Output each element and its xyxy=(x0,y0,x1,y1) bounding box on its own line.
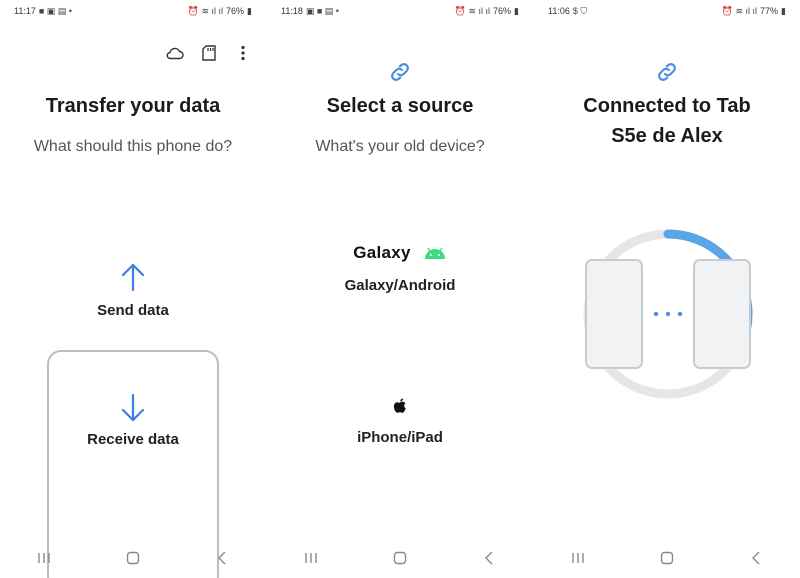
page-title: Transfer your data xyxy=(45,95,221,117)
back-icon[interactable] xyxy=(477,546,501,570)
android-icon xyxy=(424,247,445,259)
navigation-bar xyxy=(534,538,800,578)
connection-progress-ring xyxy=(583,229,753,399)
top-action-icons xyxy=(166,44,252,62)
notification-icons: ■ ▣ ▤ • xyxy=(38,5,72,16)
galaxy-android-label: Galaxy/Android xyxy=(344,277,456,294)
link-icon xyxy=(658,63,676,81)
page-title-line1: Connected to Tab xyxy=(583,95,751,117)
iphone-ipad-option[interactable]: iPhone/iPad xyxy=(267,397,533,446)
battery-percent: 77% xyxy=(760,6,779,16)
sd-card-icon[interactable] xyxy=(200,44,218,62)
home-icon[interactable] xyxy=(388,546,412,570)
send-data-label: Send data xyxy=(97,302,169,319)
arrow-up-icon xyxy=(121,263,145,292)
recent-apps-icon[interactable] xyxy=(299,546,323,570)
recent-apps-icon[interactable] xyxy=(566,546,590,570)
galaxy-android-option[interactable]: Galaxy Galaxy/Android xyxy=(267,243,533,294)
galaxy-logo: Galaxy xyxy=(353,243,411,262)
receive-data-option[interactable]: Receive data xyxy=(0,393,266,448)
new-device-icon xyxy=(693,259,751,369)
status-bar: 11:18 ▣ ■ ▤ • ⏰ ≋ ıl ıl 76% ▮ xyxy=(267,0,533,22)
link-icon-wrap xyxy=(534,60,800,84)
recent-apps-icon[interactable] xyxy=(32,546,56,570)
arrow-down-icon xyxy=(121,393,145,422)
back-icon[interactable] xyxy=(210,546,234,570)
notification-icons: $ ⛉ xyxy=(572,5,588,16)
navigation-bar xyxy=(0,538,266,578)
page-subtitle: What should this phone do? xyxy=(33,138,233,155)
battery-icon: ▮ xyxy=(247,5,252,16)
home-icon[interactable] xyxy=(655,546,679,570)
status-time: 11:06 xyxy=(548,6,570,16)
back-icon[interactable] xyxy=(744,546,768,570)
more-options-icon[interactable] xyxy=(234,44,252,62)
cloud-icon[interactable] xyxy=(166,44,184,62)
transfer-dots-icon xyxy=(653,311,683,317)
status-bar: 11:06 $ ⛉ ⏰ ≋ ıl ıl 77% ▮ xyxy=(534,0,800,22)
status-time: 11:17 xyxy=(14,6,36,16)
select-source-panel: 11:18 ▣ ■ ▤ • ⏰ ≋ ıl ıl 76% ▮ Select a s… xyxy=(267,0,533,578)
old-device-icon xyxy=(585,259,643,369)
connected-panel: 11:06 $ ⛉ ⏰ ≋ ıl ıl 77% ▮ Connected to T… xyxy=(534,0,800,578)
page-subtitle: What's your old device? xyxy=(315,138,485,155)
link-icon xyxy=(391,63,409,81)
apple-icon xyxy=(393,398,406,413)
home-icon[interactable] xyxy=(121,546,145,570)
iphone-ipad-label: iPhone/iPad xyxy=(357,429,443,446)
send-data-option[interactable]: Send data xyxy=(0,262,266,319)
page-title: Select a source xyxy=(326,95,474,117)
battery-icon: ▮ xyxy=(514,5,519,16)
transfer-panel: 11:17 ■ ▣ ▤ • ⏰ ≋ ıl ıl 76% ▮ Transfer y… xyxy=(0,0,266,578)
signal-icons: ⏰ ≋ ıl ıl xyxy=(721,5,758,16)
page-title-line2: S5e de Alex xyxy=(611,125,723,147)
link-icon-wrap xyxy=(267,60,533,84)
battery-percent: 76% xyxy=(226,6,245,16)
status-bar: 11:17 ■ ▣ ▤ • ⏰ ≋ ıl ıl 76% ▮ xyxy=(0,0,266,22)
signal-icons: ⏰ ≋ ıl ıl xyxy=(454,5,491,16)
status-time: 11:18 xyxy=(281,6,303,16)
battery-percent: 76% xyxy=(493,6,512,16)
battery-icon: ▮ xyxy=(781,5,786,16)
receive-data-label: Receive data xyxy=(87,431,179,448)
signal-icons: ⏰ ≋ ıl ıl xyxy=(187,5,224,16)
notification-icons: ▣ ■ ▤ • xyxy=(305,5,339,16)
navigation-bar xyxy=(267,538,533,578)
